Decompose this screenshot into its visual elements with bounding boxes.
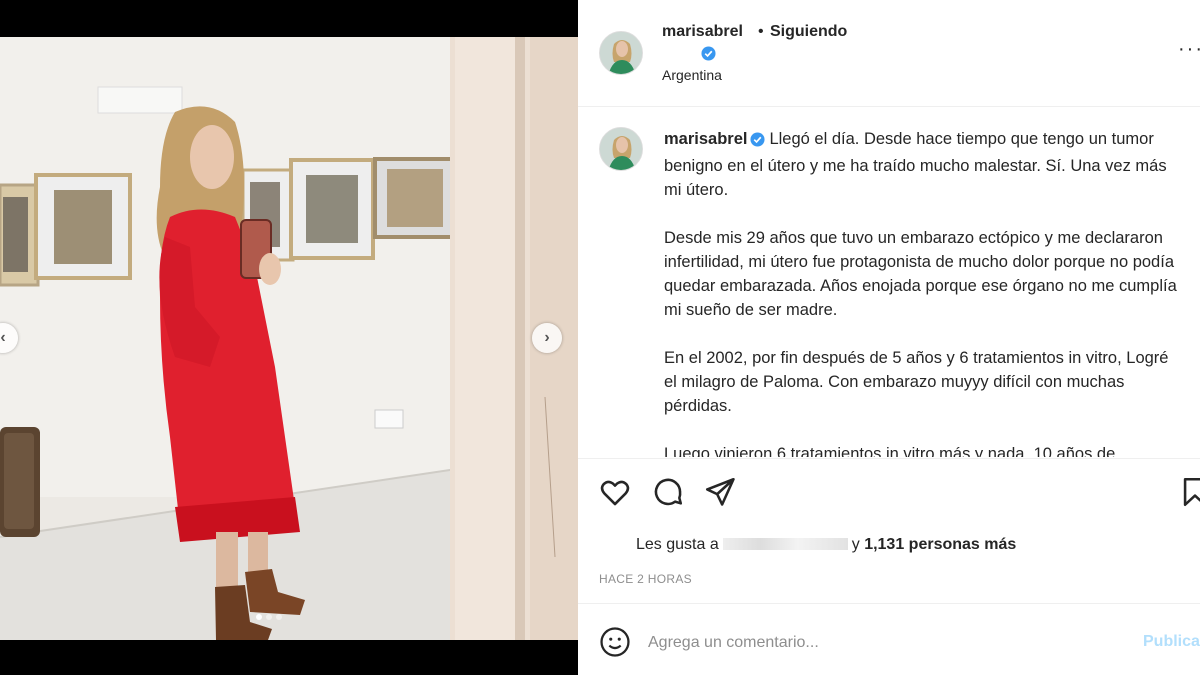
more-options-button[interactable]: ··· xyxy=(1178,38,1200,61)
carousel-dot xyxy=(256,614,262,620)
verified-badge-icon xyxy=(701,46,716,66)
paper-plane-icon[interactable] xyxy=(703,475,737,509)
caption-username[interactable]: marisabrel xyxy=(664,130,747,148)
divider xyxy=(578,603,1200,604)
publish-button[interactable]: Publicar xyxy=(1143,633,1200,651)
post-photo[interactable] xyxy=(0,37,578,640)
likes-summary: Les gusta a y 1,131 personas más xyxy=(636,536,1016,554)
likes-prefix: Les gusta a xyxy=(636,536,719,553)
photo-illustration xyxy=(0,37,578,640)
post-timestamp[interactable]: HACE 2 HORAS xyxy=(599,572,692,586)
following-button[interactable]: Siguiendo xyxy=(770,23,847,41)
carousel-dot xyxy=(276,614,282,620)
carousel-dot xyxy=(266,614,272,620)
verified-badge-icon xyxy=(750,130,765,154)
caption-paragraph: Desde mis 29 años que tuvo un embarazo e… xyxy=(664,229,1177,319)
heart-icon[interactable] xyxy=(598,475,632,509)
chevron-left-icon: ‹ xyxy=(0,329,6,346)
post-author-username[interactable]: marisabrel xyxy=(662,23,743,41)
avatar[interactable] xyxy=(599,31,643,75)
comment-input[interactable] xyxy=(648,630,1128,656)
post-caption: marisabrel Llegó el día. Desde hace tiemp… xyxy=(664,127,1184,457)
post-panel: marisabrel • Siguiendo Argentina ··· mar… xyxy=(578,0,1200,675)
divider xyxy=(578,458,1200,459)
post-location[interactable]: Argentina xyxy=(662,67,722,83)
avatar-image xyxy=(600,128,642,170)
carousel-indicator xyxy=(256,614,282,620)
comment-bubble-icon[interactable] xyxy=(651,475,685,509)
caption-paragraph: Luego vinieron 6 tratamientos in vitro m… xyxy=(664,445,1116,457)
carousel-next-button[interactable]: › xyxy=(532,323,562,353)
post-media-area: ‹ › xyxy=(0,0,578,675)
avatar-image xyxy=(600,32,642,74)
caption-avatar[interactable] xyxy=(599,127,643,171)
bookmark-icon[interactable] xyxy=(1178,475,1200,509)
likes-connector: y xyxy=(851,536,860,553)
chevron-right-icon: › xyxy=(544,329,550,346)
post-header: marisabrel • Siguiendo Argentina ··· xyxy=(578,0,1200,107)
separator-dot: • xyxy=(758,23,764,40)
emoji-smile-icon[interactable] xyxy=(598,625,632,659)
likes-count[interactable]: 1,131 personas más xyxy=(864,536,1016,553)
blurred-username xyxy=(722,538,848,550)
caption-paragraph: marisabrel Llegó el día. Desde hace tiemp… xyxy=(664,127,1184,202)
caption-paragraph: En el 2002, por fin después de 5 años y … xyxy=(664,349,1169,415)
